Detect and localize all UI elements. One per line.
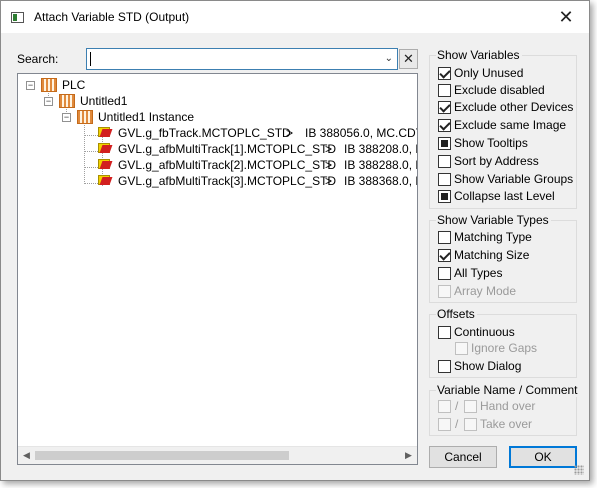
- attach-variable-dialog: Attach Variable STD (Output) ✕ Search: ⌄…: [0, 0, 590, 481]
- show-variables-title: Show Variables: [436, 48, 522, 62]
- variable-icon: [98, 142, 113, 155]
- scroll-left-icon[interactable]: ◀: [18, 447, 35, 464]
- variable-mapping: IB 388288.0, M: [344, 158, 418, 172]
- close-button[interactable]: ✕: [543, 1, 589, 33]
- tree-line: [84, 167, 98, 168]
- app-window-icon: [11, 12, 24, 23]
- variable-icon: [98, 174, 113, 187]
- collapse-icon[interactable]: −: [44, 97, 53, 106]
- text-caret: [90, 52, 91, 66]
- checkbox-label: Matching Type: [454, 230, 532, 244]
- name-hand-over-checkbox: [438, 400, 451, 413]
- scroll-thumb[interactable]: [35, 451, 289, 460]
- chevron-down-icon[interactable]: ⌄: [385, 53, 393, 64]
- comment-hand-over-checkbox: [464, 400, 477, 413]
- checkbox-checked-icon[interactable]: [438, 101, 451, 114]
- checkbox-icon[interactable]: [438, 360, 451, 373]
- separator-slash: /: [455, 417, 459, 431]
- variable-name: GVL.g_afbMultiTrack[2].MCTOPLC_STD: [118, 158, 337, 172]
- resize-grip-icon[interactable]: [574, 465, 584, 475]
- tree-line: [84, 183, 98, 184]
- tree-line: [84, 151, 98, 152]
- plc-icon: [41, 78, 57, 92]
- separator-slash: /: [455, 399, 459, 413]
- take-over-label: Take over: [480, 417, 533, 431]
- checkbox-indeterminate-icon[interactable]: [438, 137, 451, 150]
- variable-name: GVL.g_afbMultiTrack[3].MCTOPLC_STD: [118, 174, 337, 188]
- checkbox-label: Show Tooltips: [454, 136, 528, 150]
- checkbox-label: Exclude other Devices: [454, 100, 574, 114]
- checkbox-checked-icon[interactable]: [438, 249, 451, 262]
- checkbox-icon[interactable]: [438, 231, 451, 244]
- variable-icon: [98, 126, 113, 139]
- collapse-icon[interactable]: −: [62, 113, 71, 122]
- instance-icon: [77, 110, 93, 124]
- checkbox-disabled-icon: [455, 342, 468, 355]
- search-input[interactable]: ⌄: [86, 48, 398, 70]
- checkbox-label: Collapse last Level: [454, 189, 555, 203]
- checkbox-label: Only Unused: [454, 66, 524, 80]
- window-title: Attach Variable STD (Output): [34, 10, 190, 24]
- variable-name: GVL.g_afbMultiTrack[1].MCTOPLC_STD: [118, 142, 337, 156]
- checkbox-icon[interactable]: [438, 173, 451, 186]
- search-label: Search:: [17, 52, 59, 66]
- checkbox-icon[interactable]: [438, 84, 451, 97]
- hand-over-label: Hand over: [480, 399, 536, 413]
- checkbox-icon[interactable]: [438, 267, 451, 280]
- checkbox-label: Exclude same Image: [454, 118, 567, 132]
- scroll-right-icon[interactable]: ▶: [400, 447, 417, 464]
- close-icon: ✕: [558, 7, 574, 27]
- cancel-button[interactable]: Cancel: [429, 446, 497, 468]
- checkbox-label: Continuous: [454, 325, 515, 339]
- mapping-arrow: >: [325, 142, 333, 156]
- checkbox-indeterminate-icon[interactable]: [438, 190, 451, 203]
- checkbox-label: Array Mode: [454, 284, 517, 298]
- variable-mapping: IB 388208.0, M: [344, 142, 418, 156]
- checkbox-label: Show Dialog: [454, 359, 522, 373]
- title-bar: Attach Variable STD (Output) ✕: [1, 1, 589, 33]
- variable-mapping: IB 388368.0, M: [344, 174, 418, 188]
- checkbox-label: Show Variable Groups: [454, 172, 574, 186]
- checkbox-icon[interactable]: [438, 155, 451, 168]
- tree-node-label: Untitled1: [80, 94, 128, 108]
- variable-mapping: IB 388056.0, MC.CDT_: [305, 126, 418, 140]
- checkbox-disabled-icon: [438, 285, 451, 298]
- tree-line: [84, 120, 85, 184]
- variable-name: GVL.g_fbTrack.MCTOPLC_STD: [118, 126, 291, 140]
- checkbox-label: Exclude disabled: [454, 83, 545, 97]
- horizontal-scrollbar[interactable]: ◀ ▶: [18, 446, 417, 464]
- comment-take-over-checkbox: [464, 418, 477, 431]
- mapping-arrow: >: [325, 158, 333, 172]
- checkbox-label: Sort by Address: [454, 154, 539, 168]
- tree-line: [84, 135, 98, 136]
- checkbox-icon[interactable]: [438, 326, 451, 339]
- clear-search-button[interactable]: ✕: [399, 49, 418, 69]
- offsets-title: Offsets: [436, 307, 477, 321]
- variable-tree[interactable]: − PLC − Untitled1 − Untitled1 Instance G…: [17, 73, 418, 465]
- checkbox-label: All Types: [454, 266, 503, 280]
- checkbox-label: Matching Size: [454, 248, 530, 262]
- tree-node-label: Untitled1 Instance: [98, 110, 195, 124]
- mapping-arrow: >: [286, 126, 294, 140]
- tree-node-label: PLC: [62, 78, 86, 92]
- variable-name-comment-title: Variable Name / Comment: [436, 383, 580, 397]
- variable-icon: [98, 158, 113, 171]
- ok-button[interactable]: OK: [509, 446, 577, 468]
- checkbox-checked-icon[interactable]: [438, 119, 451, 132]
- project-icon: [59, 94, 75, 108]
- checkbox-checked-icon[interactable]: [438, 67, 451, 80]
- checkbox-label: Ignore Gaps: [471, 341, 538, 355]
- collapse-icon[interactable]: −: [26, 81, 35, 90]
- mapping-arrow: >: [325, 174, 333, 188]
- show-variable-types-title: Show Variable Types: [436, 213, 551, 227]
- name-take-over-checkbox: [438, 418, 451, 431]
